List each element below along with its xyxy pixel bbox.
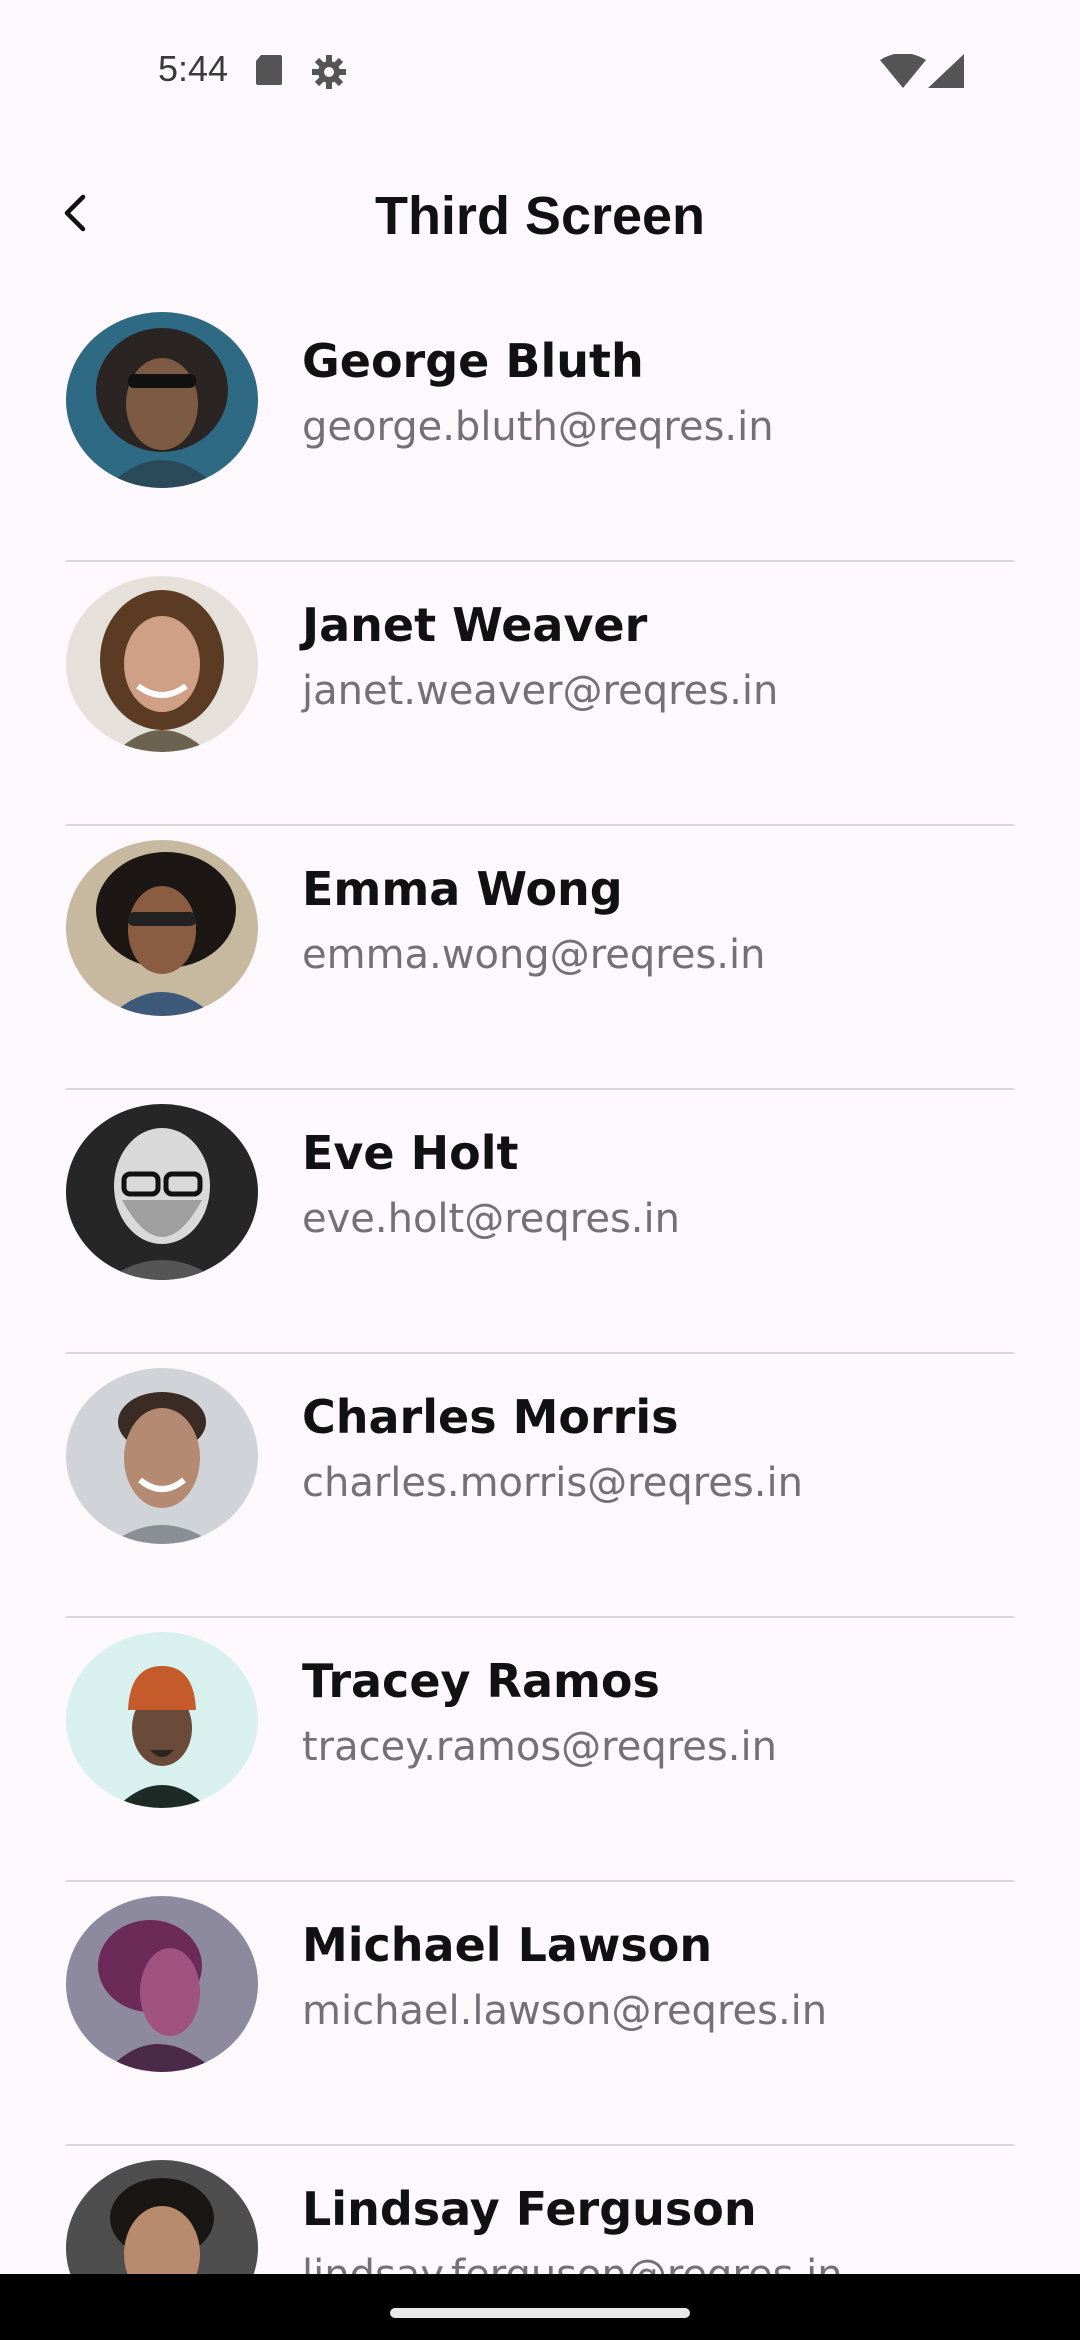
avatar — [66, 1632, 258, 1808]
user-name: Charles Morris — [302, 1390, 679, 1444]
list-item-user[interactable]: Michael Lawson michael.lawson@reqres.in — [66, 1882, 1014, 2146]
list-item-user[interactable]: George Bluth george.bluth@reqres.in — [66, 298, 1014, 562]
user-email: eve.holt@reqres.in — [302, 1196, 680, 1242]
avatar — [66, 312, 258, 488]
user-email: george.bluth@reqres.in — [302, 404, 774, 450]
wifi-icon — [880, 53, 926, 88]
list-item-user[interactable]: Eve Holt eve.holt@reqres.in — [66, 1090, 1014, 1354]
user-name: Tracey Ramos — [302, 1654, 660, 1708]
user-email: michael.lawson@reqres.in — [302, 1988, 828, 2034]
avatar — [66, 840, 258, 1016]
home-gesture-handle[interactable] — [390, 2308, 690, 2318]
sd-card-icon — [254, 53, 284, 87]
user-email: janet.weaver@reqres.in — [302, 668, 779, 714]
list-item-user[interactable]: Janet Weaver janet.weaver@reqres.in — [66, 562, 1014, 826]
user-list[interactable]: George Bluth george.bluth@reqres.in Jane… — [0, 298, 1080, 2274]
avatar — [66, 1368, 258, 1544]
page-title: Third Screen — [374, 186, 706, 246]
gear-icon — [310, 53, 348, 91]
status-time: 5:44 — [158, 48, 229, 89]
list-item-user[interactable]: Charles Morris charles.morris@reqres.in — [66, 1354, 1014, 1618]
signal-icon — [928, 54, 964, 88]
list-item-user[interactable]: Lindsay Ferguson lindsay.ferguson@reqres… — [66, 2146, 1014, 2274]
user-name: Janet Weaver — [302, 598, 648, 652]
user-email: lindsay.ferguson@reqres.in — [302, 2252, 843, 2274]
app-bar: Third Screen — [0, 160, 1080, 270]
avatar — [66, 2160, 258, 2274]
user-email: charles.morris@reqres.in — [302, 1460, 803, 1506]
user-name: George Bluth — [302, 334, 644, 388]
system-nav-bar — [0, 2274, 1080, 2340]
user-name: Eve Holt — [302, 1126, 519, 1180]
user-name: Emma Wong — [302, 862, 623, 916]
avatar — [66, 1896, 258, 2072]
avatar — [66, 576, 258, 752]
user-email: emma.wong@reqres.in — [302, 932, 766, 978]
user-name: Michael Lawson — [302, 1918, 713, 1972]
list-item-user[interactable]: Tracey Ramos tracey.ramos@reqres.in — [66, 1618, 1014, 1882]
user-name: Lindsay Ferguson — [302, 2182, 757, 2236]
user-email: tracey.ramos@reqres.in — [302, 1724, 777, 1770]
avatar — [66, 1104, 258, 1280]
status-bar: 5:44 — [0, 0, 1080, 140]
list-item-user[interactable]: Emma Wong emma.wong@reqres.in — [66, 826, 1014, 1090]
